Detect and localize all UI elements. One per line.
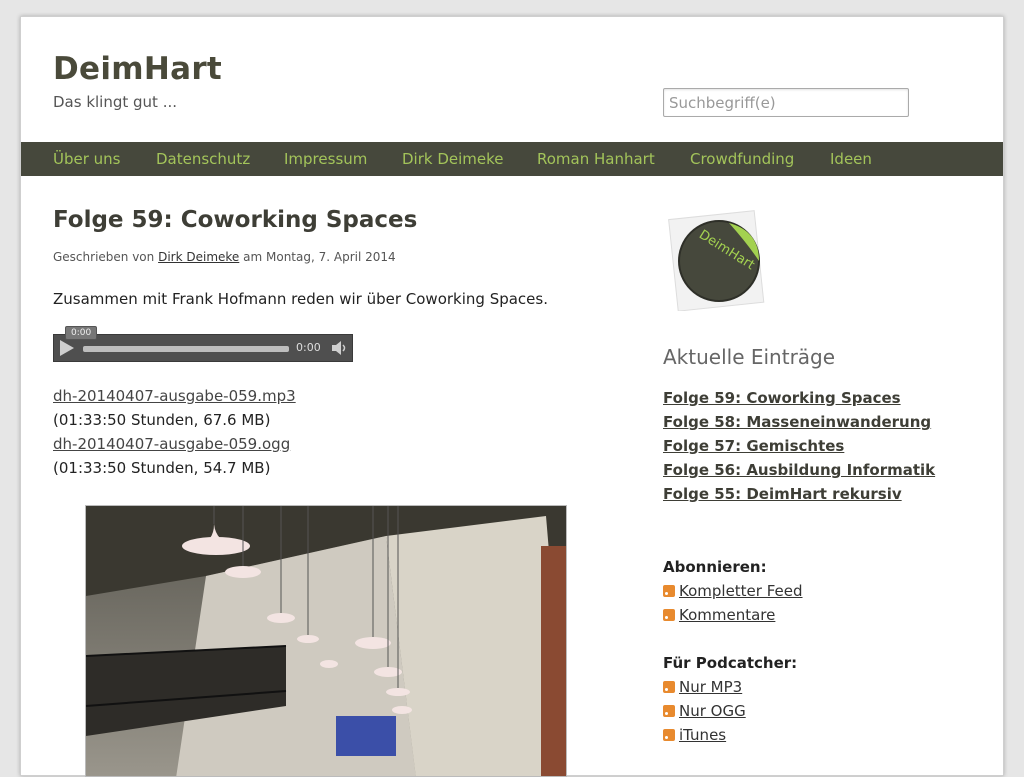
download-mp3: dh-20140407-ausgabe-059.mp3 (53, 387, 296, 405)
site-logo[interactable]: DeimHart (663, 207, 767, 312)
site-title[interactable]: DeimHart (53, 51, 222, 87)
post-intro: Zusammen mit Frank Hofmann reden wir übe… (53, 290, 548, 308)
nav-item-datenschutz[interactable]: Datenschutz (156, 150, 250, 168)
download-mp3-info: (01:33:50 Stunden, 67.6 MB) (53, 411, 271, 429)
download-ogg: dh-20140407-ausgabe-059.ogg (53, 435, 290, 453)
subscribe-heading: Abonnieren: (663, 558, 767, 576)
rss-icon (663, 585, 675, 597)
time-tooltip: 0:00 (65, 326, 98, 340)
recent-post-link[interactable]: Folge 56: Ausbildung Informatik (663, 461, 935, 479)
page-container: DeimHart Das klingt gut ... Über uns Dat… (20, 16, 1004, 777)
recent-post-link[interactable]: Folge 58: Masseneinwanderung (663, 413, 931, 431)
nav-item-impressum[interactable]: Impressum (284, 150, 367, 168)
feed-item: Kommentare (663, 606, 775, 624)
recent-post-link[interactable]: Folge 57: Gemischtes (663, 437, 844, 455)
rss-icon (663, 729, 675, 741)
list-item: Folge 58: Masseneinwanderung (663, 412, 935, 436)
nav-item-crowdfunding[interactable]: Crowdfunding (690, 150, 794, 168)
duration-label: 0:00 (296, 341, 321, 354)
main-nav: Über uns Datenschutz Impressum Dirk Deim… (21, 142, 1003, 176)
rss-icon (663, 681, 675, 693)
volume-icon[interactable] (330, 340, 348, 356)
list-item: Folge 56: Ausbildung Informatik (663, 460, 935, 484)
podcatcher-heading: Für Podcatcher: (663, 654, 798, 672)
feed-link-comments[interactable]: Kommentare (679, 606, 775, 624)
list-item: Folge 59: Coworking Spaces (663, 388, 935, 412)
audio-player: 0:00 0:00 (53, 326, 353, 362)
feed-item: Nur OGG (663, 702, 746, 720)
post-title[interactable]: Folge 59: Coworking Spaces (53, 207, 417, 233)
search-input[interactable] (663, 88, 909, 117)
download-mp3-link[interactable]: dh-20140407-ausgabe-059.mp3 (53, 387, 296, 405)
post-image (85, 505, 567, 777)
recent-posts-title: Aktuelle Einträge (663, 345, 836, 369)
nav-item-ueber-uns[interactable]: Über uns (53, 150, 121, 168)
feed-link-full[interactable]: Kompletter Feed (679, 582, 803, 600)
rss-icon (663, 609, 675, 621)
author-link[interactable]: Dirk Deimeke (158, 250, 239, 264)
feed-item: Nur MP3 (663, 678, 742, 696)
recent-posts-list: Folge 59: Coworking Spaces Folge 58: Mas… (663, 388, 935, 508)
seek-bar[interactable] (83, 346, 289, 352)
list-item: Folge 57: Gemischtes (663, 436, 935, 460)
feed-link-itunes[interactable]: iTunes (679, 726, 726, 744)
nav-item-roman-hanhart[interactable]: Roman Hanhart (537, 150, 655, 168)
feed-link-ogg[interactable]: Nur OGG (679, 702, 746, 720)
list-item: Folge 55: DeimHart rekursiv (663, 484, 935, 508)
nav-item-ideen[interactable]: Ideen (830, 150, 872, 168)
recent-post-link[interactable]: Folge 59: Coworking Spaces (663, 389, 901, 407)
download-ogg-link[interactable]: dh-20140407-ausgabe-059.ogg (53, 435, 290, 453)
feed-item: iTunes (663, 726, 726, 744)
nav-item-dirk-deimeke[interactable]: Dirk Deimeke (402, 150, 504, 168)
post-byline: Geschrieben von Dirk Deimeke am Montag, … (53, 250, 396, 264)
feed-link-mp3[interactable]: Nur MP3 (679, 678, 742, 696)
play-icon[interactable] (60, 340, 74, 356)
byline-prefix: Geschrieben von (53, 250, 155, 264)
download-ogg-info: (01:33:50 Stunden, 54.7 MB) (53, 459, 271, 477)
site-tagline: Das klingt gut ... (53, 93, 178, 111)
recent-post-link[interactable]: Folge 55: DeimHart rekursiv (663, 485, 902, 503)
feed-item: Kompletter Feed (663, 582, 803, 600)
byline-date: am Montag, 7. April 2014 (243, 250, 396, 264)
rss-icon (663, 705, 675, 717)
